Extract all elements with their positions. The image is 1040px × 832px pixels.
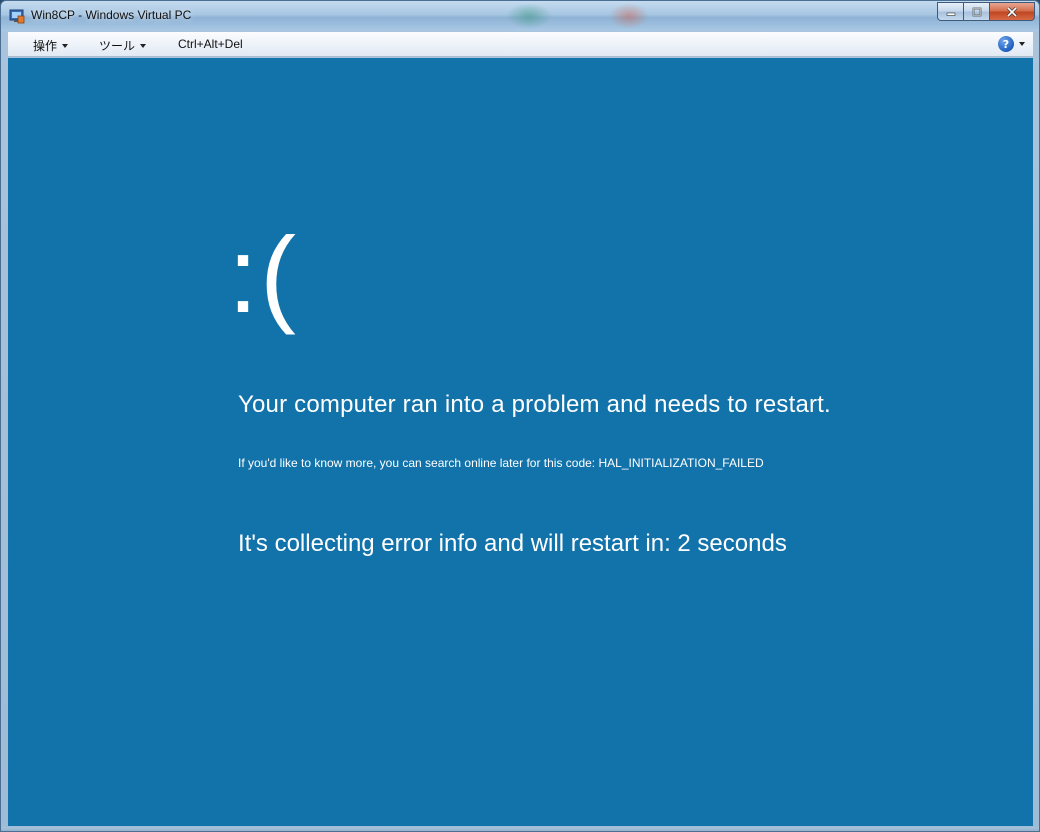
error-headline: Your computer ran into a problem and nee…	[238, 391, 831, 418]
tools-menu[interactable]: ツール	[99, 37, 147, 54]
maximize-button[interactable]	[963, 2, 989, 21]
restart-countdown: It's collecting error info and will rest…	[238, 530, 787, 557]
virtual-pc-icon[interactable]	[9, 8, 25, 24]
close-icon	[1006, 2, 1018, 21]
tools-menu-label: ツール	[99, 39, 136, 53]
caption-buttons	[937, 2, 1035, 21]
minimize-icon	[946, 2, 956, 21]
title-bar[interactable]: Win8CP - Windows Virtual PC	[1, 1, 1039, 31]
guest-screen[interactable]: :( Your computer ran into a problem and …	[8, 58, 1033, 826]
virtual-pc-window: Win8CP - Windows Virtual PC 操作 ツール Ctrl+…	[0, 0, 1040, 832]
actions-menu-label: 操作	[33, 39, 58, 53]
chevron-down-icon	[1019, 42, 1025, 46]
close-button[interactable]	[989, 2, 1035, 21]
ctrl-alt-del-button[interactable]: Ctrl+Alt+Del	[178, 37, 243, 51]
maximize-icon	[972, 2, 982, 21]
actions-menu[interactable]: 操作	[33, 37, 69, 54]
chevron-down-icon	[140, 44, 147, 48]
ctrl-alt-del-label: Ctrl+Alt+Del	[178, 37, 243, 51]
menu-toolbar: 操作 ツール Ctrl+Alt+Del ?	[8, 32, 1033, 57]
help-menu[interactable]: ?	[998, 36, 1025, 52]
help-icon: ?	[998, 36, 1014, 52]
error-detail: If you'd like to know more, you can sear…	[238, 456, 764, 470]
window-bottom-border	[1, 827, 1039, 831]
window-title: Win8CP - Windows Virtual PC	[31, 8, 192, 22]
chevron-down-icon	[62, 44, 69, 48]
minimize-button[interactable]	[937, 2, 963, 21]
taskbar-glow-right	[609, 3, 649, 29]
taskbar-glow-left	[506, 3, 552, 29]
sad-face-emoticon: :(	[228, 214, 298, 335]
